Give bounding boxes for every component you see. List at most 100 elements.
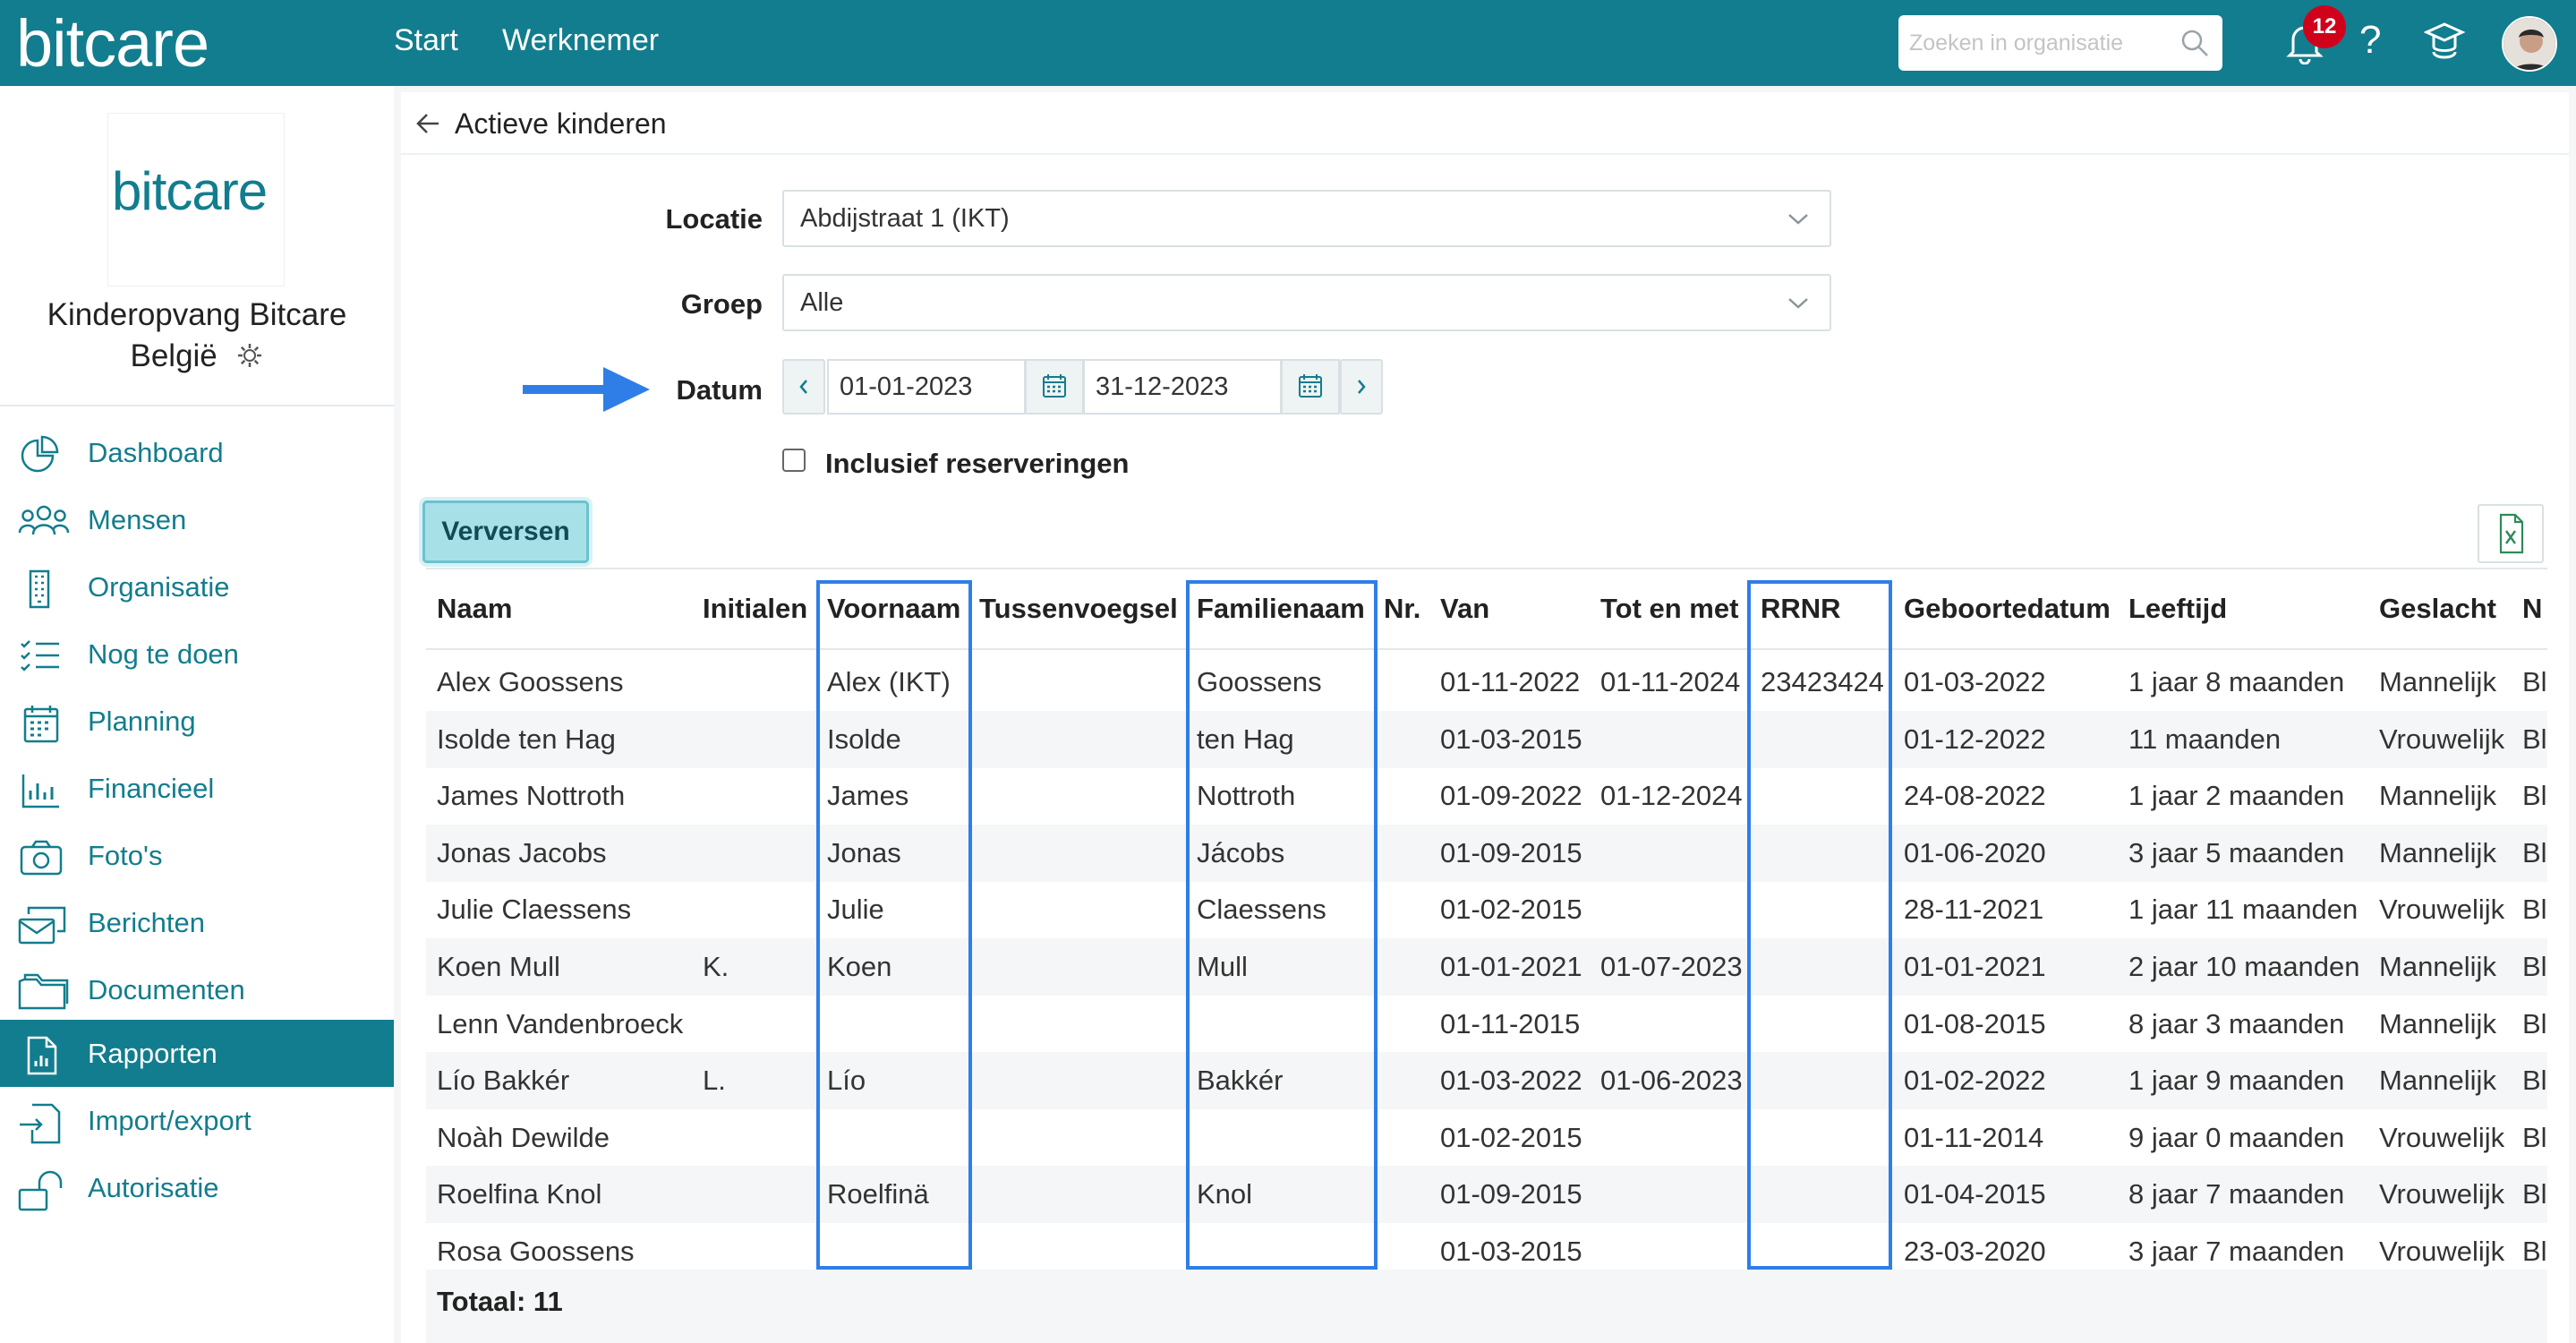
sidebar-item-planning[interactable]: Planning [0,688,394,755]
checklist-icon [21,640,59,672]
column-header-naam[interactable]: Naam [437,593,512,625]
table-cell: 23-03-2020 [1904,1236,2046,1267]
table-cell: Bl [2522,1236,2547,1267]
sidebar-item-documenten[interactable]: Documenten [0,956,394,1023]
sidebar-item-dashboard[interactable]: Dashboard [0,419,394,486]
sidebar-item-organisatie[interactable]: Organisatie [0,553,394,620]
column-header-next[interactable]: N [2522,593,2542,625]
export-excel-button[interactable] [2478,504,2544,563]
table-cell: Bl [2522,894,2547,926]
refresh-button[interactable]: Verversen [422,500,589,563]
table-cell: ten Hag [1197,723,1294,755]
folder-icon [18,973,69,1010]
column-header-familienaam[interactable]: Familienaam [1197,593,1365,625]
include-reservations-label[interactable]: Inclusief reserveringen [825,448,1129,480]
column-header-tot-en-met[interactable]: Tot en met [1600,593,1738,625]
sidebar-item-autorisatie[interactable]: Autorisatie [0,1154,394,1221]
groep-select[interactable]: Alle [782,274,1831,331]
table-row[interactable]: Julie Claessens Julie Claessens 01-02-2015 2… [426,881,2547,938]
nav-start[interactable]: Start [394,23,458,58]
table-cell: 23423424 [1761,666,1884,697]
user-photo-icon [2503,18,2555,70]
column-header-initialen[interactable]: Initialen [703,593,807,625]
table-row[interactable]: Koen Mull K. Koen Mull 01-01-2021 01-07-2023 0… [426,938,2547,996]
column-header-voornaam[interactable]: Voornaam [827,593,960,625]
sidebar-item-berichten[interactable]: Berichten [0,889,394,956]
table-cell: 01-09-2015 [1440,836,1582,868]
search-input[interactable] [1898,15,2167,71]
table-cell: 01-02-2022 [1904,1065,2046,1097]
table-cell: Jonas Jacobs [437,836,607,868]
table-cell: Roelfinä [827,1178,929,1210]
page-title: Actieve kinderen [455,107,667,140]
date-to-calendar-button[interactable] [1281,359,1340,415]
import-export-icon [20,1103,61,1144]
table-cell: Mannelijk [2379,836,2496,868]
table-row[interactable]: Isolde ten Hag Isolde ten Hag 01-03-2015 01-… [426,710,2547,768]
column-header-geslacht[interactable]: Geslacht [2379,593,2496,625]
locatie-label: Locatie [665,203,763,235]
table-cell: Lío Bakkér [437,1065,570,1097]
sidebar-item-nog-te-doen[interactable]: Nog te doen [0,620,394,688]
locatie-select[interactable]: Abdijstraat 1 (IKT) [782,190,1831,247]
column-header-tussenvoegsel[interactable]: Tussenvoegsel [979,593,1178,625]
nav-werknemer[interactable]: Werknemer [502,23,659,58]
table-cell: 01-06-2020 [1904,836,2046,868]
column-header-rrnr[interactable]: RRNR [1761,593,1841,625]
table-cell: Noàh Dewilde [437,1121,610,1153]
table-cell: K. [703,951,729,982]
column-header-leeftijd[interactable]: Leeftijd [2128,593,2227,625]
next-period-button[interactable] [1340,359,1383,415]
date-from-input[interactable] [827,359,1026,415]
sidebar-item-mensen[interactable]: Mensen [0,486,394,553]
table-row[interactable]: Noàh Dewilde 01-02-2015 01-11-2014 9 jaar 0… [426,1109,2547,1167]
table-cell: Vrouwelijk [2379,894,2505,926]
sidebar-item-import-export[interactable]: Import/export [0,1087,394,1154]
sidebar-item-rapporten[interactable]: Rapporten [0,1020,394,1087]
back-arrow-icon[interactable] [415,112,440,135]
table-cell: Bl [2522,1178,2547,1210]
sidebar-item-financieel[interactable]: Financieel [0,755,394,822]
help-icon[interactable]: ? [2359,18,2381,63]
table-cell: 1 jaar 9 maanden [2128,1065,2345,1097]
column-header-nr[interactable]: Nr. [1384,593,1420,625]
search-icon[interactable] [2179,28,2210,58]
sidebar-item-label: Nog te doen [88,638,239,670]
table-cell: Mannelijk [2379,1007,2496,1039]
avatar[interactable] [2502,16,2557,72]
table-cell: Bl [2522,1065,2547,1097]
previous-period-button[interactable] [782,359,825,415]
sidebar-item-label: Import/export [88,1105,252,1136]
table-row[interactable]: Roelfina Knol Roelfinä Knol 01-09-2015 01-04… [426,1166,2547,1224]
table-cell: 28-11-2021 [1904,894,2044,926]
table-cell: 01-09-2022 [1440,780,1582,812]
date-to-input[interactable] [1083,359,1282,415]
table-row[interactable]: Lenn Vandenbroeck 01-11-2015 01-08-2015 8 j… [426,996,2547,1053]
date-from-calendar-button[interactable] [1025,359,1084,415]
include-reservations-checkbox[interactable] [782,449,806,472]
table-cell: Claessens [1197,894,1326,926]
table-cell: 01-07-2023 [1600,951,1743,982]
sidebar-item-label: Financieel [88,773,215,804]
graduation-cap-icon[interactable] [2424,20,2465,64]
column-header-van[interactable]: Van [1440,593,1489,625]
chevron-right-icon [1358,380,1366,394]
top-bar: bitcare Start Werknemer 12 ? [0,0,2576,86]
search-box [1898,15,2222,71]
column-header-geboortedatum[interactable]: Geboortedatum [1904,593,2111,625]
table-cell: 1 jaar 8 maanden [2128,666,2345,697]
bitcare-logo[interactable]: bitcare [16,5,209,81]
table-cell: Mannelijk [2379,951,2496,982]
table-row[interactable]: Alex Goossens Alex (IKT) Goossens 01-11-202… [426,654,2547,711]
table-row[interactable]: James Nottroth James Nottroth 01-09-2022 01-… [426,767,2547,825]
sidebar-item-fotos[interactable]: Foto's [0,822,394,889]
table-row[interactable]: Lío Bakkér L. Lío Bakkér 01-03-2022 01-06-202… [426,1052,2547,1110]
table-cell: 1 jaar 11 maanden [2128,894,2358,926]
notification-badge: 12 [2303,5,2346,48]
table-cell: Nottroth [1197,780,1296,812]
gear-icon[interactable] [235,341,264,370]
children-table: Naam Initialen Voornaam Tussenvoegsel Fa… [426,568,2547,1343]
table-cell: Jácobs [1197,836,1285,868]
sidebar-item-label: Mensen [88,504,187,535]
table-row[interactable]: Jonas Jacobs Jonas Jácobs 01-09-2015 01-06-2… [426,824,2547,882]
